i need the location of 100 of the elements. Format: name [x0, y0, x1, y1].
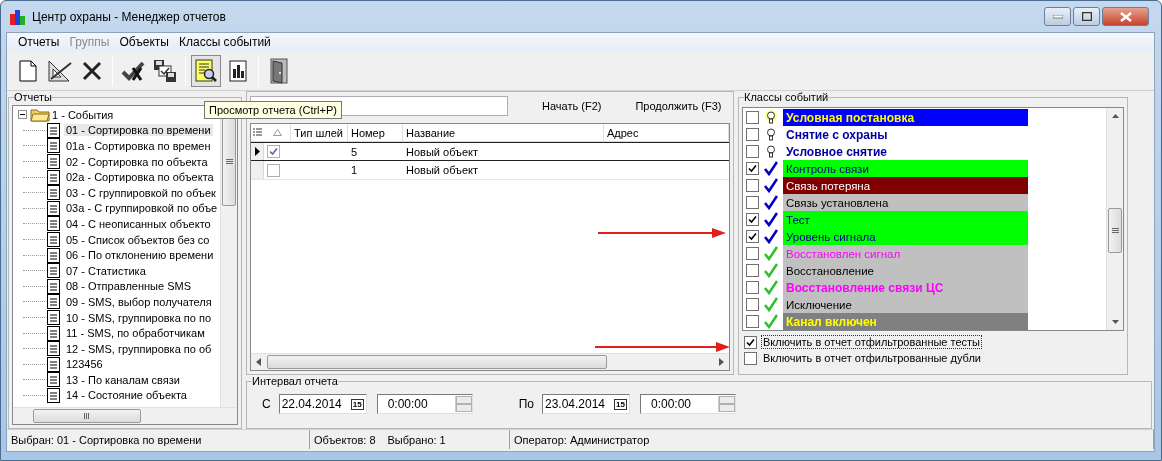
toolbar-button[interactable] — [191, 54, 221, 87]
event-class-label[interactable]: Тест — [786, 212, 810, 227]
checkbox[interactable] — [746, 179, 759, 192]
column-chooser-icon[interactable] — [253, 128, 262, 137]
menu-item[interactable]: Отчеты — [13, 35, 65, 49]
option-label[interactable]: Включить в отчет отфильтрованные тесты — [761, 335, 982, 349]
status-text: Выбран: 01 - Сортировка по времени — [11, 433, 202, 446]
event-class-label[interactable]: Связь потеряна — [786, 178, 871, 193]
scroll-up-icon[interactable] — [1111, 114, 1119, 118]
checkbox[interactable] — [267, 163, 280, 177]
panel-title: Классы событий — [744, 91, 829, 103]
scroll-right-icon[interactable] — [719, 358, 724, 366]
checkbox[interactable] — [267, 145, 280, 158]
checkbox[interactable] — [746, 128, 759, 141]
new-document-icon — [19, 59, 37, 82]
tree-item[interactable]: 06 - По отклонению времени — [64, 249, 216, 262]
calendar-button[interactable]: 15 — [350, 398, 364, 410]
tree-item[interactable]: 01а - Сортировка по времен — [64, 140, 213, 152]
document-icon — [47, 169, 60, 185]
tree-item[interactable]: 1 - События — [50, 108, 116, 121]
checkbox[interactable] — [746, 145, 759, 158]
document-icon — [47, 356, 60, 372]
event-class-label[interactable]: Связь установлена — [786, 195, 889, 210]
scrollbar[interactable] — [1106, 108, 1123, 330]
event-class-label[interactable]: Условное снятие — [786, 144, 887, 159]
option-label[interactable]: Включить в отчет отфильтрованные дубли — [761, 351, 983, 365]
tree-item[interactable]: 05 - Список объектов без со — [64, 233, 212, 246]
event-class-label[interactable]: Исключение — [786, 297, 852, 312]
lit-bulb-icon — [764, 110, 778, 125]
checkbox[interactable] — [746, 196, 759, 209]
checkbox[interactable] — [746, 111, 759, 124]
tree-item[interactable]: 08 - Отправленные SMS — [64, 280, 193, 293]
scrollbar[interactable] — [13, 407, 237, 424]
tree-item[interactable]: 123456 — [64, 358, 105, 371]
grip-icon — [83, 413, 91, 419]
tree-item[interactable]: 01 - Сортировка по времени — [64, 124, 213, 137]
tree-item[interactable]: 11 - SMS, по обработчикам — [64, 327, 207, 340]
checkbox[interactable] — [744, 351, 757, 365]
scroll-down-icon[interactable] — [1111, 320, 1119, 324]
scrollbar[interactable] — [251, 353, 729, 370]
check-icon — [764, 297, 778, 312]
tree-item[interactable]: 09 - SMS, выбор получателя — [64, 295, 214, 308]
document-icon — [47, 294, 60, 310]
collapse-toggle[interactable] — [18, 110, 27, 120]
check-icon — [764, 212, 778, 227]
column-header[interactable]: Адрес — [604, 124, 729, 141]
tree-item[interactable]: 02 - Сортировка по объекта — [64, 155, 210, 168]
document-icon — [47, 372, 60, 388]
start-button[interactable]: Начать (F2) — [542, 100, 602, 112]
menu-item[interactable]: Классы событий — [173, 35, 276, 49]
tree-item[interactable]: 14 - Состояние объекта — [64, 389, 189, 402]
menu-item[interactable]: Объекты — [114, 35, 174, 49]
event-class-label[interactable]: Канал включен — [786, 314, 877, 329]
event-class-label[interactable]: Контроль связи — [786, 161, 869, 176]
tree-item[interactable]: 13 - По каналам связи — [64, 373, 182, 386]
tree-item[interactable]: 12 - SMS, группировка по об — [64, 342, 214, 355]
checkbox[interactable] — [746, 230, 759, 243]
field-label: С — [262, 397, 271, 411]
check-cross-icon — [121, 59, 145, 82]
tree-item[interactable]: 07 - Статистика — [64, 264, 148, 277]
tree-item[interactable]: 10 - SMS, группировка по по — [64, 311, 214, 324]
tree-item[interactable]: 04 - С неописанных объекто — [64, 217, 213, 230]
date-field[interactable]: 23.04.2014 15 — [542, 394, 630, 414]
tree-item[interactable]: 03а - С группировкой по объе — [64, 202, 220, 215]
minimize-button[interactable] — [1044, 7, 1071, 26]
checkbox[interactable] — [746, 247, 759, 260]
event-class-label[interactable]: Уровень сигнала — [786, 229, 876, 244]
event-class-label[interactable]: Снятие с охраны — [786, 127, 888, 142]
column-header[interactable]: Номер — [348, 124, 403, 141]
column-header[interactable]: Тип шлей — [291, 124, 348, 141]
tree-item[interactable]: 03 - С группировкой по объек — [64, 186, 218, 199]
checkbox[interactable] — [746, 298, 759, 311]
column-header[interactable]: Название — [403, 124, 604, 141]
document-icon — [47, 185, 60, 201]
checkbox[interactable] — [746, 281, 759, 294]
document-icon — [47, 341, 60, 357]
event-class-label[interactable]: Восстановление — [786, 263, 874, 278]
row-indicator[interactable] — [251, 143, 264, 160]
current-row-icon — [254, 147, 260, 156]
date-field[interactable]: 22.04.2014 15 — [278, 394, 367, 414]
tooltip: Просмотр отчета (Ctrl+P) — [204, 101, 342, 119]
tree-item[interactable]: 02а - Сортировка по объекта — [64, 171, 216, 184]
maximize-button[interactable] — [1073, 7, 1100, 26]
checkbox[interactable] — [746, 213, 759, 226]
calendar-button[interactable]: 15 — [614, 398, 627, 410]
close-button[interactable] — [1102, 7, 1149, 26]
event-class-label[interactable]: Условная постановка — [786, 110, 915, 125]
grip-icon — [1111, 227, 1119, 234]
checkbox[interactable] — [746, 162, 759, 175]
bulb-icon — [764, 127, 778, 142]
time-field[interactable]: 0:00:00 — [376, 394, 473, 414]
continue-button[interactable]: Продолжить (F3) — [635, 100, 722, 112]
door-icon — [270, 57, 288, 84]
checkbox[interactable] — [746, 315, 759, 328]
checkbox[interactable] — [744, 335, 757, 349]
check-icon — [764, 263, 778, 278]
checkbox[interactable] — [746, 264, 759, 277]
sort-triangle-icon[interactable] — [273, 129, 282, 136]
time-field[interactable]: 0:00:00 — [640, 394, 736, 414]
scroll-left-icon[interactable] — [256, 358, 261, 366]
